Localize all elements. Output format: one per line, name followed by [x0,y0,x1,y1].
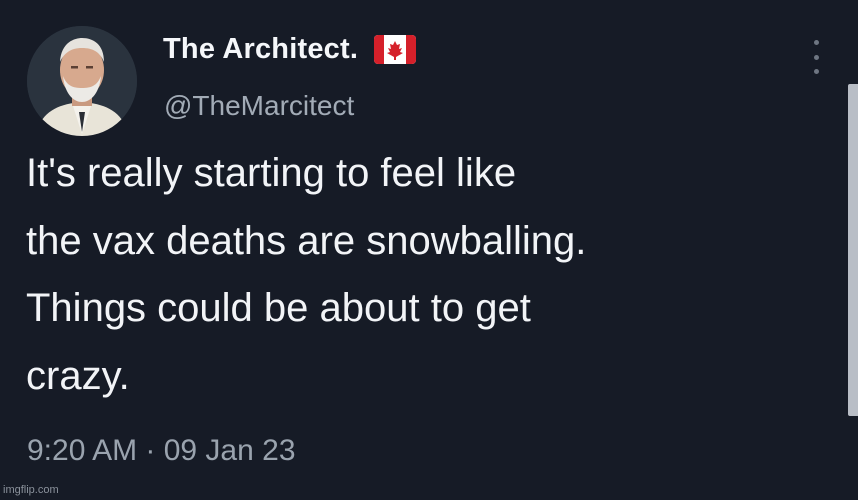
canada-flag-icon [374,35,417,64]
tweet-text-line: It's really starting to feel like [26,151,517,195]
watermark: imgflip.com [3,484,59,496]
tweet-text-line: Things could be about to get [26,286,531,330]
more-vertical-icon[interactable] [808,40,824,74]
avatar[interactable] [27,26,137,136]
tweet-card: The Architect. @TheMarcitect It's really… [0,0,858,500]
tweet-text-line: the vax deaths are snowballing. [26,218,587,263]
avatar-portrait [27,26,137,136]
scrollbar[interactable] [848,84,858,416]
display-name[interactable]: The Architect. [163,33,358,66]
tweet-text-line: crazy. [26,353,130,398]
tweet-timestamp[interactable]: 9:20 AM · 09 Jan 23 [27,434,296,468]
author-name-row: The Architect. [163,33,417,66]
author-handle[interactable]: @TheMarcitect [164,90,354,122]
tweet-text: It's really starting to feel like the va… [26,140,826,410]
